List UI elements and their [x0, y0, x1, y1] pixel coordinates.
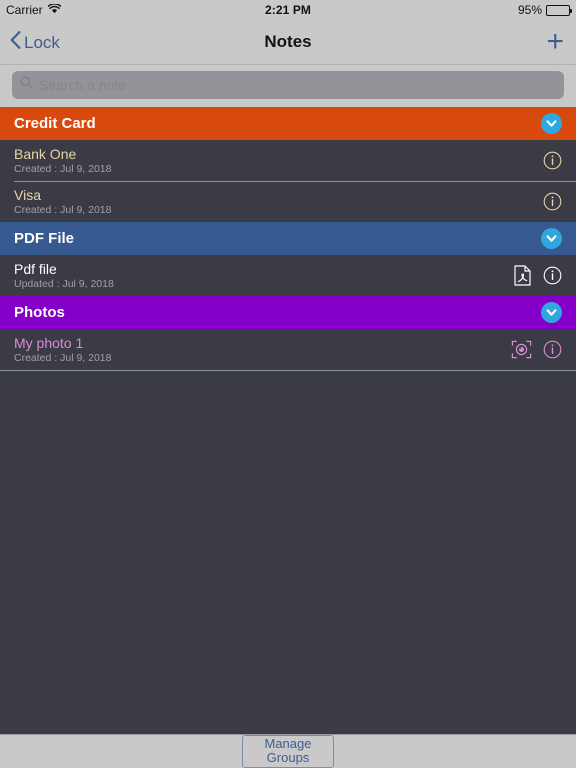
status-bar-time: 2:21 PM — [264, 3, 312, 17]
search-bar-container: Search a note — [0, 65, 576, 107]
status-bar-right: 95% — [517, 3, 572, 17]
info-icon[interactable] — [543, 192, 562, 211]
app-root: Carrier 2:21 PM 95% Lock Notes + Search … — [0, 0, 576, 768]
battery-icon — [546, 4, 572, 16]
page-title: Notes — [264, 32, 312, 51]
note-row[interactable]: Visa Created : Jul 9, 2018 — [0, 181, 576, 222]
chevron-left-icon — [10, 30, 21, 54]
note-row-texts: Visa Created : Jul 9, 2018 — [14, 188, 111, 216]
note-subtitle: Created : Jul 9, 2018 — [14, 351, 112, 364]
chevron-down-circle-icon[interactable] — [545, 232, 558, 245]
group-header[interactable]: PDF File — [0, 222, 576, 255]
search-icon — [20, 76, 33, 94]
note-row-texts: Bank One Created : Jul 9, 2018 — [14, 147, 111, 175]
search-placeholder: Search a note — [39, 77, 127, 93]
note-title: Visa — [14, 186, 41, 203]
notes-list: Credit Card Bank One Created : Jul 9, 2018… — [0, 107, 576, 734]
group-header[interactable]: Photos — [0, 296, 576, 329]
note-row-texts: My photo 1 Created : Jul 9, 2018 — [14, 336, 111, 364]
group-collapse-button[interactable] — [541, 228, 562, 249]
group-header-label: Photos — [14, 304, 65, 321]
note-row-icons — [543, 151, 562, 170]
group-header[interactable]: Credit Card — [0, 107, 576, 140]
group-header-label: PDF File — [14, 230, 75, 247]
note-row[interactable]: My photo 1 Created : Jul 9, 2018 — [0, 329, 576, 370]
note-row[interactable]: Pdf file Updated : Jul 9, 2018 — [0, 255, 576, 296]
note-title: Bank One — [14, 145, 77, 162]
note-row-icons — [543, 192, 562, 211]
add-note-button[interactable]: + — [546, 27, 566, 57]
note-row[interactable]: Bank One Created : Jul 9, 2018 — [0, 140, 576, 181]
note-title: Pdf file — [14, 260, 57, 277]
chevron-down-circle-icon[interactable] — [545, 117, 558, 130]
search-input[interactable]: Search a note — [12, 71, 564, 99]
bottom-toolbar: Manage Groups — [0, 734, 576, 768]
battery-percent-label: 95% — [517, 3, 542, 17]
manage-groups-label-line1: Manage — [264, 736, 312, 751]
status-bar: Carrier 2:21 PM 95% — [0, 0, 576, 20]
group-collapse-button[interactable] — [541, 302, 562, 323]
note-subtitle: Created : Jul 9, 2018 — [14, 162, 112, 175]
note-row-icons — [513, 265, 562, 286]
note-row-icons — [511, 340, 562, 359]
info-icon[interactable] — [543, 151, 562, 170]
manage-groups-button[interactable]: Manage Groups — [241, 735, 335, 768]
chevron-down-circle-icon[interactable] — [545, 306, 558, 319]
back-button-label: Lock — [24, 32, 60, 52]
note-subtitle: Created : Jul 9, 2018 — [14, 203, 112, 216]
pdf-document-icon[interactable] — [513, 265, 532, 286]
camera-viewfinder-icon[interactable] — [511, 340, 532, 359]
back-button[interactable]: Lock — [10, 30, 60, 54]
list-end-separator — [0, 370, 576, 371]
navigation-bar: Lock Notes + — [0, 20, 576, 65]
group-header-label: Credit Card — [14, 115, 96, 132]
note-subtitle: Updated : Jul 9, 2018 — [14, 277, 114, 290]
manage-groups-label-line2: Groups — [266, 750, 310, 765]
note-row-texts: Pdf file Updated : Jul 9, 2018 — [14, 262, 114, 290]
info-icon[interactable] — [543, 266, 562, 285]
info-icon[interactable] — [543, 340, 562, 359]
group-collapse-button[interactable] — [541, 113, 562, 134]
note-title: My photo 1 — [14, 334, 84, 351]
